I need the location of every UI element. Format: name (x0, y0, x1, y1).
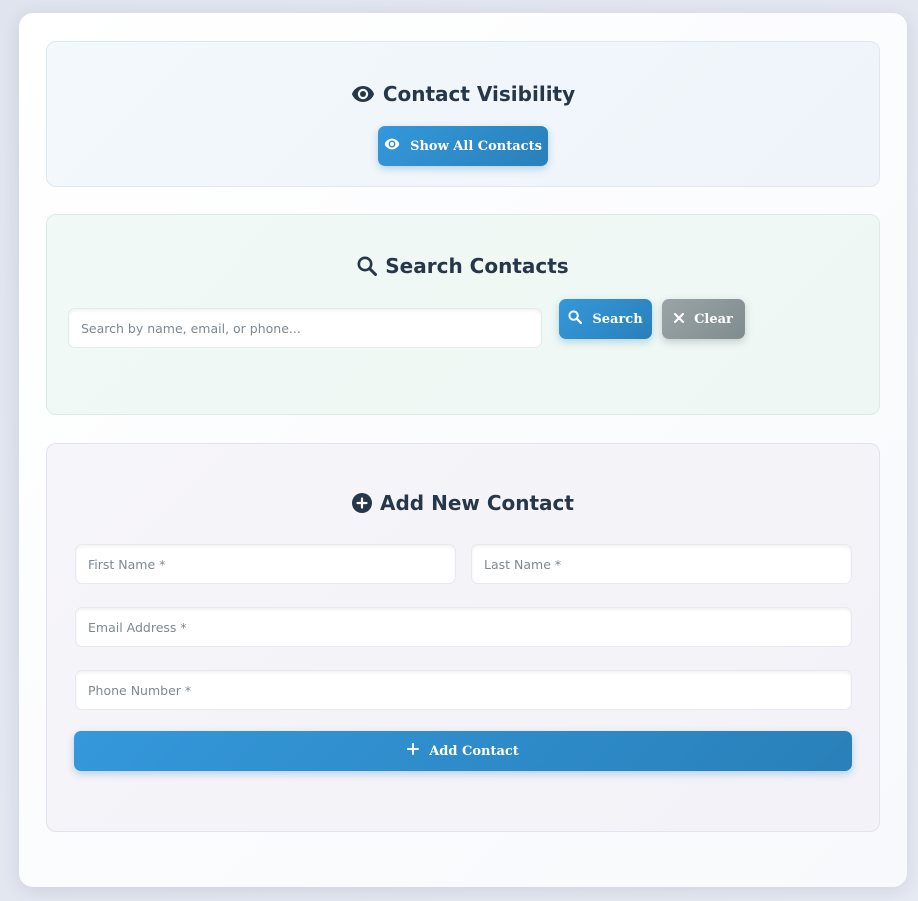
eye-icon (351, 85, 375, 103)
main-card: Contact Visibility Show All Contacts Sea… (19, 13, 907, 887)
eye-icon (384, 138, 400, 154)
add-contact-section: Add New Contact Add Contact (46, 443, 880, 832)
search-title-text: Search Contacts (385, 254, 569, 278)
clear-button[interactable]: Clear (662, 299, 745, 339)
visibility-title-text: Contact Visibility (382, 82, 576, 106)
clear-button-label: Clear (694, 311, 733, 327)
add-contact-title: Add New Contact (47, 491, 879, 515)
search-section: Search Contacts Search Clear (46, 214, 880, 415)
phone-field[interactable] (75, 670, 852, 710)
search-icon (357, 256, 378, 276)
add-contact-button-label: Add Contact (429, 743, 519, 759)
plus-icon (407, 743, 420, 759)
search-title: Search Contacts (47, 254, 879, 278)
show-all-contacts-button[interactable]: Show All Contacts (378, 126, 548, 166)
search-input[interactable] (68, 308, 542, 348)
visibility-title: Contact Visibility (47, 82, 879, 106)
close-icon (674, 312, 685, 327)
add-contact-title-text: Add New Contact (380, 491, 574, 515)
last-name-field[interactable] (471, 544, 852, 584)
plus-circle-icon (352, 493, 373, 513)
add-contact-button[interactable]: Add Contact (74, 731, 852, 771)
search-button-label: Search (592, 311, 643, 327)
email-field[interactable] (75, 607, 852, 647)
first-name-field[interactable] (75, 544, 456, 584)
search-button[interactable]: Search (559, 299, 652, 339)
visibility-section: Contact Visibility Show All Contacts (46, 41, 880, 187)
search-icon (568, 310, 583, 328)
show-all-contacts-label: Show All Contacts (410, 138, 542, 154)
